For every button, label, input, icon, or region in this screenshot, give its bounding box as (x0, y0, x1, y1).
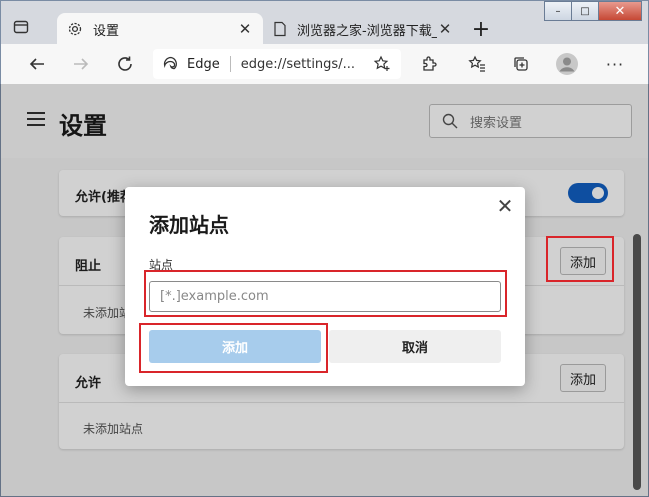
close-tab-icon[interactable]: ✕ (437, 20, 453, 38)
back-button[interactable] (25, 52, 49, 76)
dialog-title: 添加站点 (149, 213, 229, 237)
refresh-icon (118, 56, 132, 71)
ellipsis-icon: ··· (605, 54, 625, 74)
extensions-button[interactable] (417, 52, 441, 76)
tab-title: 浏览器之家-浏览器下载_浏 (297, 23, 437, 39)
back-arrow-icon (29, 58, 44, 70)
highlight-site-input (144, 270, 507, 317)
refresh-button[interactable] (113, 52, 137, 76)
minimize-button[interactable]: – (544, 1, 572, 21)
highlight-block-add (546, 236, 614, 282)
address-bar[interactable]: Edge edge://settings/... (153, 49, 401, 79)
tab-actions-button[interactable] (13, 13, 53, 41)
collections-icon (514, 57, 528, 71)
browser-toolbar: Edge edge://settings/... ··· (0, 44, 649, 84)
highlight-dialog-add (139, 323, 328, 373)
add-favorite-button[interactable] (373, 55, 391, 77)
tab-actions-icon (13, 20, 29, 34)
new-tab-button[interactable]: + (467, 16, 495, 42)
close-tab-icon[interactable]: ✕ (237, 20, 253, 38)
plus-icon: + (471, 16, 491, 42)
gear-icon (68, 22, 82, 36)
puzzle-icon (423, 56, 437, 71)
collections-button[interactable] (509, 52, 533, 76)
window-close-button[interactable]: ✕ (598, 1, 642, 21)
star-plus-icon (373, 55, 390, 71)
page-icon (274, 21, 286, 37)
favorites-button[interactable] (465, 52, 489, 76)
address-divider (229, 56, 231, 72)
avatar-icon (556, 53, 578, 75)
window-controls: – □ ✕ (544, 1, 642, 21)
tab-strip: 设置 ✕ 浏览器之家-浏览器下载_浏 ✕ + – □ ✕ (0, 0, 649, 45)
dialog-close-icon[interactable]: ✕ (495, 196, 515, 216)
forward-button[interactable] (69, 52, 93, 76)
tab-title: 设置 (93, 23, 120, 39)
tab-browser-home[interactable]: 浏览器之家-浏览器下载_浏 ✕ (263, 13, 463, 45)
maximize-button[interactable]: □ (571, 1, 599, 21)
edge-logo-icon (163, 56, 177, 70)
dialog-cancel-button[interactable]: 取消 (329, 330, 501, 363)
forward-arrow-icon (74, 58, 89, 70)
profile-button[interactable] (555, 52, 579, 76)
tab-settings[interactable]: 设置 ✕ (57, 13, 263, 45)
more-menu-button[interactable]: ··· (603, 52, 627, 76)
url-text[interactable]: edge://settings/... (241, 57, 363, 72)
site-label: Edge (187, 56, 220, 72)
favorites-icon (468, 55, 485, 72)
